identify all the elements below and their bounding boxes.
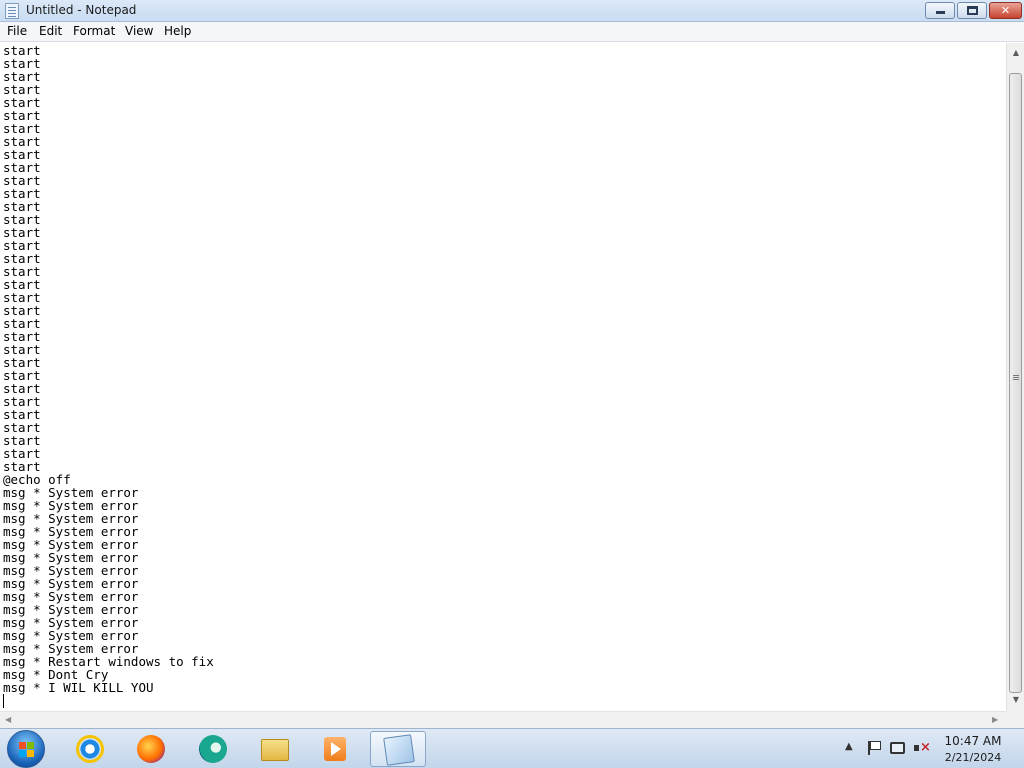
title-bar[interactable]: Untitled - Notepad ✕ bbox=[0, 0, 1024, 22]
internet-explorer-icon bbox=[76, 735, 104, 763]
taskbar-notepad[interactable] bbox=[370, 731, 426, 767]
show-hidden-icons-chevron-icon[interactable]: ▲ bbox=[845, 741, 853, 752]
media-player-icon bbox=[324, 737, 346, 761]
taskbar-media-player[interactable] bbox=[307, 731, 363, 767]
edge-icon bbox=[199, 735, 227, 763]
menu-view[interactable]: View bbox=[125, 24, 153, 38]
editor-line: msg * I WIL KILL YOU bbox=[3, 680, 154, 695]
window-title: Untitled - Notepad bbox=[26, 3, 137, 17]
menu-edit[interactable]: Edit bbox=[39, 24, 62, 38]
file-explorer-icon bbox=[261, 739, 289, 761]
scrollbar-corner bbox=[1006, 711, 1024, 728]
clock-date[interactable]: 2/21/2024 bbox=[930, 751, 1016, 764]
windows-start-orb[interactable] bbox=[7, 730, 45, 768]
firefox-icon bbox=[137, 735, 165, 763]
clock-time[interactable]: 10:47 AM bbox=[930, 734, 1016, 748]
menu-bar: File Edit Format View Help bbox=[0, 22, 1024, 42]
speaker-muted-icon[interactable] bbox=[913, 740, 931, 756]
restore-icon bbox=[966, 6, 978, 15]
taskbar-file-explorer[interactable] bbox=[247, 731, 303, 767]
minimize-icon bbox=[935, 11, 945, 14]
text-caret bbox=[3, 694, 4, 708]
scroll-grip-icon bbox=[1013, 375, 1019, 376]
restore-button[interactable] bbox=[957, 2, 987, 19]
editor-content[interactable]: start start start start start start start start… bbox=[3, 44, 214, 694]
notepad-icon bbox=[383, 734, 415, 766]
vertical-scroll-thumb[interactable] bbox=[1009, 73, 1022, 693]
scroll-down-arrow-icon[interactable]: ▼ bbox=[1011, 695, 1021, 705]
action-center-flag-icon[interactable] bbox=[866, 740, 882, 756]
menu-help[interactable]: Help bbox=[164, 24, 191, 38]
menu-format[interactable]: Format bbox=[73, 24, 115, 38]
minimize-button[interactable] bbox=[925, 2, 955, 19]
horizontal-scrollbar[interactable]: ◀ ▶ bbox=[0, 711, 1006, 728]
close-icon: ✕ bbox=[1000, 4, 1011, 17]
close-button[interactable]: ✕ bbox=[989, 2, 1022, 19]
network-icon[interactable] bbox=[890, 742, 905, 754]
taskbar-firefox[interactable] bbox=[123, 731, 179, 767]
text-editor-area[interactable]: start start start start start start start start… bbox=[0, 43, 1006, 711]
scroll-right-arrow-icon[interactable]: ▶ bbox=[992, 715, 998, 724]
taskbar-edge[interactable] bbox=[185, 731, 241, 767]
taskbar-internet-explorer[interactable] bbox=[62, 731, 118, 767]
scroll-left-arrow-icon[interactable]: ◀ bbox=[5, 715, 11, 724]
menu-file[interactable]: File bbox=[7, 24, 27, 38]
notepad-app-icon[interactable] bbox=[5, 3, 19, 19]
taskbar: ▲ 10:47 AM 2/21/2024 bbox=[0, 728, 1024, 768]
vertical-scrollbar[interactable]: ▲ ▼ bbox=[1006, 43, 1024, 711]
scroll-up-arrow-icon[interactable]: ▲ bbox=[1011, 48, 1021, 58]
